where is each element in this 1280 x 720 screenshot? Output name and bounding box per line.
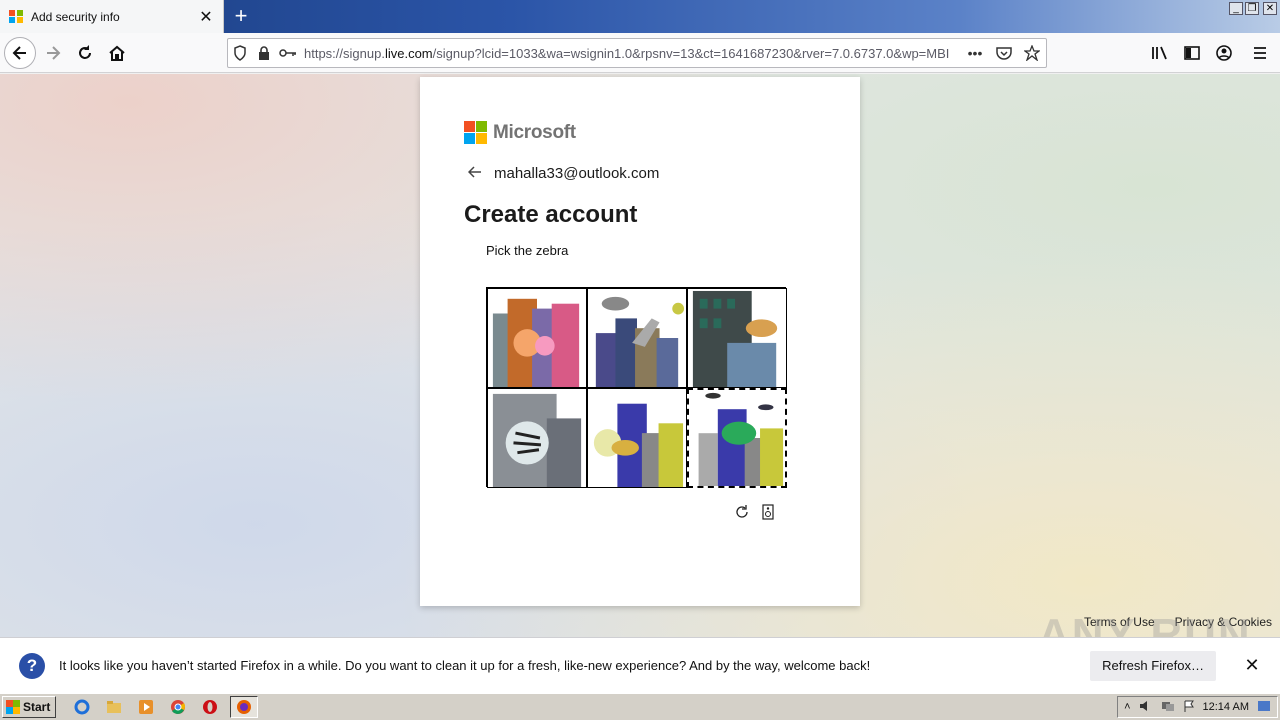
captcha-cell-1[interactable] xyxy=(487,288,587,388)
captcha-tools xyxy=(733,503,777,521)
tray-expand-icon[interactable]: ˄ xyxy=(1124,701,1130,713)
key-icon[interactable] xyxy=(276,48,300,58)
microsoft-logo-icon xyxy=(464,121,487,144)
page-title: Create account xyxy=(464,201,638,228)
forward-arrow-icon xyxy=(47,46,61,60)
navigation-toolbar: https://signup.live.com/signup?lcid=1033… xyxy=(0,33,1280,73)
windows-flag-icon xyxy=(6,700,20,714)
refresh-firefox-button[interactable]: Refresh Firefox… xyxy=(1090,650,1216,681)
file-explorer-icon[interactable] xyxy=(102,696,126,718)
minimize-button[interactable]: _ xyxy=(1229,2,1243,15)
quick-launch xyxy=(70,696,258,718)
captcha-cell-2[interactable] xyxy=(587,288,687,388)
back-arrow-icon xyxy=(12,46,26,60)
opera-icon[interactable] xyxy=(198,696,222,718)
back-button[interactable] xyxy=(4,37,36,69)
url-text[interactable]: https://signup.live.com/signup?lcid=1033… xyxy=(300,46,960,61)
pocket-icon[interactable] xyxy=(990,46,1018,60)
start-button[interactable]: Start xyxy=(2,696,56,718)
captcha-cell-6[interactable] xyxy=(687,388,787,488)
tracking-shield-icon[interactable] xyxy=(228,45,252,61)
microsoft-favicon-icon xyxy=(9,9,23,24)
page-actions-icon[interactable]: ••• xyxy=(960,45,990,61)
toolbar-right xyxy=(1144,38,1280,68)
captcha-audio-icon[interactable] xyxy=(759,503,777,521)
hamburger-menu-icon[interactable] xyxy=(1240,38,1280,68)
microsoft-logo: Microsoft xyxy=(464,121,576,144)
identity-banner[interactable]: mahalla33@outlook.com xyxy=(467,165,660,182)
restore-button[interactable]: ❐ xyxy=(1245,2,1259,15)
close-window-button[interactable]: ✕ xyxy=(1263,2,1277,15)
captcha-image-1 xyxy=(492,298,580,387)
firefox-taskbar-icon[interactable] xyxy=(230,696,258,718)
captcha-image-3 xyxy=(692,290,778,387)
show-desktop-icon[interactable] xyxy=(1257,700,1271,715)
captcha-image-6 xyxy=(698,392,784,486)
notification-message: It looks like you haven’t started Firefo… xyxy=(59,658,871,673)
reload-button[interactable] xyxy=(70,38,100,68)
captcha-image-4 xyxy=(492,393,582,487)
captcha-image-2 xyxy=(595,296,685,387)
home-icon xyxy=(109,45,125,61)
identity-email: mahalla33@outlook.com xyxy=(494,165,660,182)
question-icon: ? xyxy=(19,652,45,679)
forward-button[interactable] xyxy=(38,38,68,68)
lock-icon[interactable] xyxy=(252,46,276,60)
notification-close-icon[interactable]: ✕ xyxy=(1240,655,1264,676)
action-center-flag-icon[interactable] xyxy=(1183,700,1195,715)
account-icon[interactable] xyxy=(1208,38,1240,68)
captcha-cell-4[interactable] xyxy=(487,388,587,488)
media-player-icon[interactable] xyxy=(134,696,158,718)
network-icon[interactable] xyxy=(1161,700,1175,715)
browser-tab[interactable]: Add security info ✕ xyxy=(0,0,224,33)
page-viewport: Microsoft mahalla33@outlook.com Create a… xyxy=(0,74,1280,637)
captcha-prompt: Pick the zebra xyxy=(486,243,569,258)
sidebar-icon[interactable] xyxy=(1176,38,1208,68)
browser-tab-strip: Add security info ✕ + _ ❐ ✕ xyxy=(0,0,1280,33)
start-label: Start xyxy=(23,700,51,714)
library-icon[interactable] xyxy=(1144,38,1176,68)
new-tab-button[interactable]: + xyxy=(228,4,254,30)
captcha-cell-3[interactable] xyxy=(687,288,787,388)
reload-icon xyxy=(79,45,91,59)
captcha-image-grid xyxy=(486,287,787,488)
bookmark-star-icon[interactable] xyxy=(1018,45,1046,61)
chrome-icon[interactable] xyxy=(166,696,190,718)
address-bar[interactable]: https://signup.live.com/signup?lcid=1033… xyxy=(227,38,1047,68)
windows-taskbar: Start ˄ 12:14 AM xyxy=(0,693,1280,720)
tab-title: Add security info xyxy=(31,9,120,24)
internet-explorer-icon[interactable] xyxy=(70,696,94,718)
back-arrow-icon[interactable] xyxy=(467,165,488,182)
captcha-cell-5[interactable] xyxy=(587,388,687,488)
clock[interactable]: 12:14 AM xyxy=(1203,701,1249,713)
signup-card: Microsoft mahalla33@outlook.com Create a… xyxy=(420,77,860,606)
microsoft-wordmark: Microsoft xyxy=(493,121,576,143)
system-tray: ˄ 12:14 AM xyxy=(1117,696,1278,718)
captcha-refresh-icon[interactable] xyxy=(733,503,751,521)
tab-close-icon[interactable]: ✕ xyxy=(195,7,217,27)
home-button[interactable] xyxy=(102,38,132,68)
captcha-image-5 xyxy=(593,403,684,487)
volume-icon[interactable] xyxy=(1139,700,1153,715)
refresh-notification-bar: ? It looks like you haven’t started Fire… xyxy=(0,637,1280,693)
